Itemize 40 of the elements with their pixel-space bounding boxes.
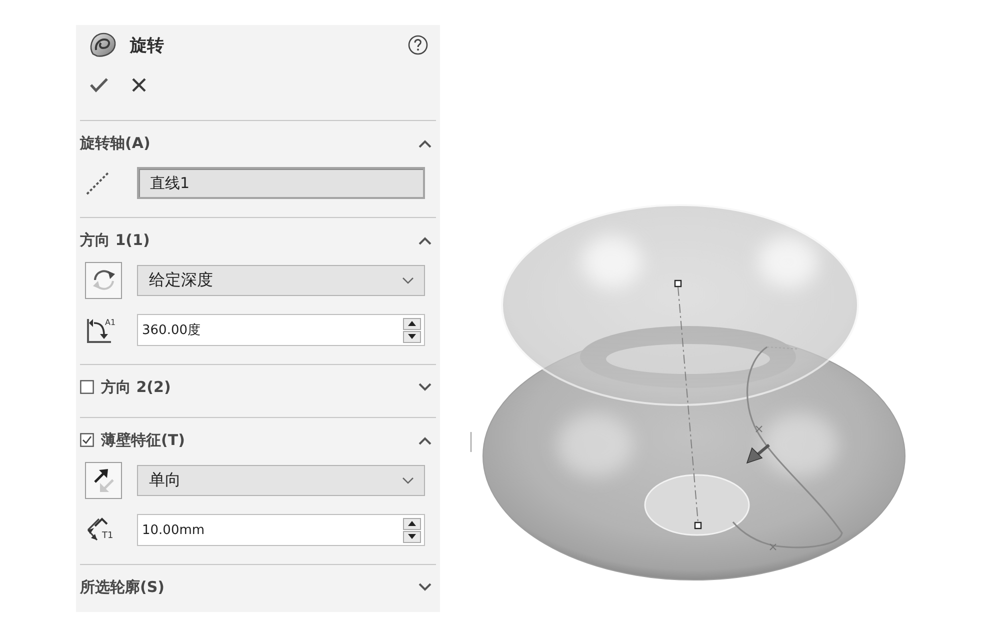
check-icon[interactable] bbox=[89, 77, 109, 93]
chevron-down-icon[interactable] bbox=[418, 582, 432, 592]
section-title: 旋转轴(A) bbox=[80, 134, 150, 152]
triangle-down-icon bbox=[408, 334, 416, 339]
number-field[interactable]: 10.00mm bbox=[137, 514, 425, 546]
chevron-down-icon[interactable] bbox=[418, 382, 432, 392]
spin-down-button[interactable] bbox=[403, 330, 421, 342]
checkbox[interactable] bbox=[80, 433, 94, 447]
caret-up-icon[interactable] bbox=[418, 236, 432, 244]
spin-up-button[interactable] bbox=[403, 318, 421, 330]
number-field[interactable]: 360.00度 bbox=[137, 314, 425, 346]
chevron-down-icon bbox=[402, 276, 414, 284]
section-title: 方向 2(2) bbox=[101, 378, 171, 396]
reverse-direction-button[interactable] bbox=[85, 262, 122, 298]
dropdown[interactable]: 单向 bbox=[137, 464, 425, 496]
panel-title: 旋转 bbox=[130, 34, 164, 56]
selection-field[interactable]: 直线1 bbox=[137, 167, 425, 199]
dashed-line-icon bbox=[85, 170, 111, 196]
circular-arrows-icon bbox=[90, 267, 116, 293]
triangle-down-icon bbox=[408, 534, 416, 539]
dropdown[interactable]: 给定深度 bbox=[137, 264, 425, 296]
caret-up-icon[interactable] bbox=[418, 138, 432, 148]
section-title: 方向 1(1) bbox=[80, 230, 150, 250]
section-title: 所选轮廓(S) bbox=[80, 578, 165, 596]
close-icon[interactable] bbox=[131, 77, 147, 93]
help-icon[interactable] bbox=[408, 35, 428, 55]
triangle-up-icon bbox=[408, 521, 416, 526]
chevron-down-icon bbox=[402, 476, 414, 484]
spin-down-button[interactable] bbox=[403, 530, 421, 542]
direction-arrow-icon bbox=[746, 444, 770, 464]
splitter-line bbox=[470, 432, 472, 452]
endpoint-marker-icon bbox=[694, 522, 702, 530]
spin-up-button[interactable] bbox=[403, 518, 421, 530]
endpoint-marker-icon bbox=[674, 280, 682, 288]
triangle-up-icon bbox=[408, 321, 416, 326]
caret-up-icon[interactable] bbox=[418, 436, 432, 444]
thin-direction-button[interactable] bbox=[85, 462, 122, 498]
checkbox[interactable] bbox=[80, 380, 94, 394]
curled-shape-icon bbox=[88, 31, 118, 59]
section-title: 薄壁特征(T) bbox=[101, 430, 185, 450]
